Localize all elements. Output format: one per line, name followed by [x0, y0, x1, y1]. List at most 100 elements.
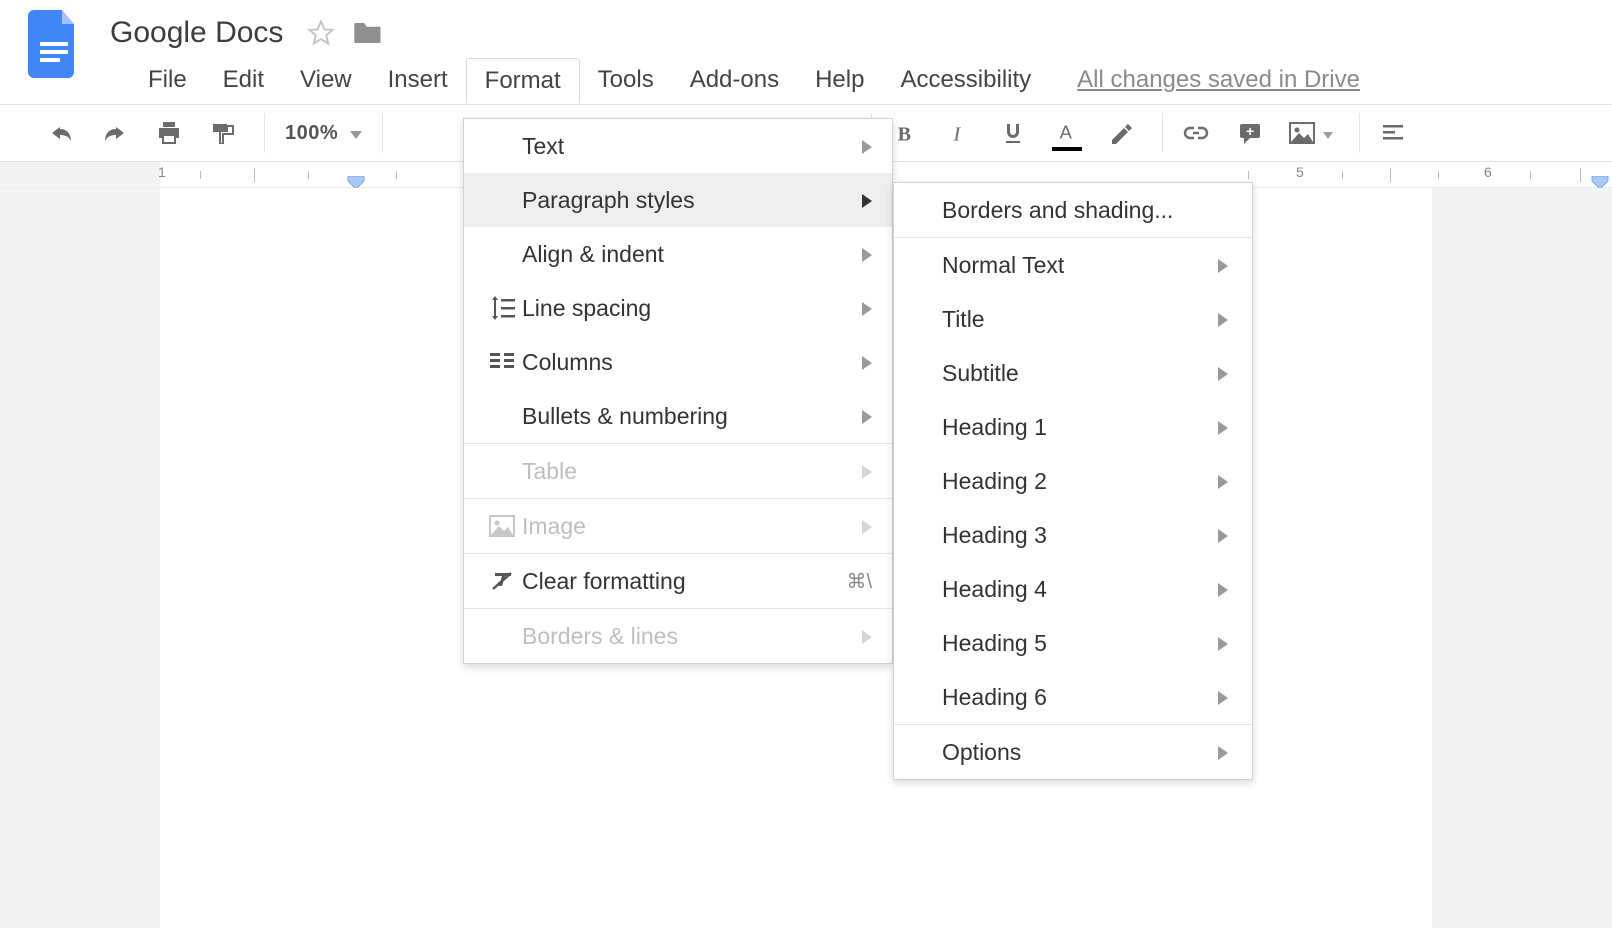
- italic-button[interactable]: I: [936, 113, 982, 153]
- paint-format-button[interactable]: [200, 113, 246, 153]
- submenu-borders-shading[interactable]: Borders and shading...: [894, 183, 1252, 237]
- undo-button[interactable]: [38, 113, 84, 153]
- underline-button[interactable]: [990, 113, 1036, 153]
- menu-item-label: Subtitle: [942, 360, 1206, 387]
- insert-link-button[interactable]: [1173, 113, 1219, 153]
- submenu-heading-1[interactable]: Heading 1: [894, 400, 1252, 454]
- ruler-tick: [1390, 168, 1391, 182]
- clear-formatting-icon: [482, 569, 522, 593]
- menu-insert[interactable]: Insert: [370, 58, 466, 102]
- ruler-tick: [1530, 171, 1531, 179]
- chevron-right-icon: [1218, 306, 1228, 333]
- menu-item-label: Heading 6: [942, 684, 1206, 711]
- menu-item-label: Heading 2: [942, 468, 1206, 495]
- submenu-title[interactable]: Title: [894, 292, 1252, 346]
- submenu-heading-4[interactable]: Heading 4: [894, 562, 1252, 616]
- zoom-value: 100%: [285, 122, 338, 145]
- menu-item-label: Heading 4: [942, 576, 1206, 603]
- menu-addons[interactable]: Add-ons: [672, 58, 797, 102]
- ruler-tick: [1438, 171, 1439, 179]
- format-menu-text[interactable]: Text: [464, 119, 892, 173]
- ruler-number: 5: [1296, 164, 1304, 180]
- menu-item-label: Columns: [522, 349, 850, 376]
- folder-icon[interactable]: [353, 20, 383, 46]
- chevron-right-icon: [862, 133, 872, 160]
- chevron-right-icon: [1218, 576, 1228, 603]
- submenu-options[interactable]: Options: [894, 725, 1252, 779]
- save-status[interactable]: All changes saved in Drive: [1077, 66, 1360, 94]
- text-color-button[interactable]: A: [1044, 113, 1090, 153]
- submenu-heading-6[interactable]: Heading 6: [894, 670, 1252, 724]
- zoom-dropdown[interactable]: 100%: [275, 122, 372, 145]
- menu-item-label: Align & indent: [522, 241, 850, 268]
- menu-item-shortcut: ⌘\: [846, 569, 872, 594]
- submenu-subtitle[interactable]: Subtitle: [894, 346, 1252, 400]
- format-menu-columns[interactable]: Columns: [464, 335, 892, 389]
- format-menu-line-spacing[interactable]: Line spacing: [464, 281, 892, 335]
- chevron-right-icon: [862, 241, 872, 268]
- menu-item-label: Borders & lines: [522, 623, 850, 650]
- print-button[interactable]: [146, 113, 192, 153]
- chevron-right-icon: [862, 295, 872, 322]
- redo-button[interactable]: [92, 113, 138, 153]
- ruler-tick: [1580, 168, 1581, 182]
- submenu-heading-5[interactable]: Heading 5: [894, 616, 1252, 670]
- menu-item-label: Bullets & numbering: [522, 403, 850, 430]
- menu-item-label: Options: [942, 739, 1206, 766]
- menu-edit[interactable]: Edit: [205, 58, 282, 102]
- format-menu-align-indent[interactable]: Align & indent: [464, 227, 892, 281]
- ruler-tick: [200, 171, 201, 179]
- chevron-right-icon: [862, 403, 872, 430]
- menu-item-label: Line spacing: [522, 295, 850, 322]
- submenu-heading-3[interactable]: Heading 3: [894, 508, 1252, 562]
- align-button[interactable]: [1370, 113, 1416, 153]
- menu-item-label: Table: [522, 458, 850, 485]
- chevron-right-icon: [862, 458, 872, 485]
- chevron-right-icon: [862, 349, 872, 376]
- paragraph-styles-submenu: Borders and shading... Normal Text Title…: [893, 182, 1253, 780]
- format-menu-clear-formatting[interactable]: Clear formatting ⌘\: [464, 554, 892, 608]
- menu-item-label: Heading 3: [942, 522, 1206, 549]
- ruler-margin-left: [0, 162, 160, 187]
- star-icon[interactable]: [307, 19, 335, 47]
- menu-view[interactable]: View: [282, 58, 370, 102]
- insert-image-button[interactable]: [1281, 113, 1341, 153]
- menu-item-label: Normal Text: [942, 252, 1206, 279]
- text-color-swatch: [1052, 147, 1082, 151]
- svg-text:I: I: [953, 123, 962, 144]
- submenu-normal-text[interactable]: Normal Text: [894, 238, 1252, 292]
- docs-logo-icon: [28, 10, 80, 78]
- format-menu-image: Image: [464, 499, 892, 553]
- ruler-number: 1: [158, 164, 166, 180]
- add-comment-button[interactable]: +: [1227, 113, 1273, 153]
- submenu-heading-2[interactable]: Heading 2: [894, 454, 1252, 508]
- chevron-right-icon: [1218, 360, 1228, 387]
- chevron-right-icon: [862, 623, 872, 650]
- line-spacing-icon: [482, 296, 522, 320]
- menu-item-label: Borders and shading...: [942, 197, 1228, 224]
- toolbar-separator: [1359, 113, 1360, 153]
- ruler-number: 6: [1484, 164, 1492, 180]
- toolbar-separator: [1162, 113, 1163, 153]
- format-menu-paragraph-styles[interactable]: Paragraph styles: [464, 173, 892, 227]
- menu-help[interactable]: Help: [797, 58, 882, 102]
- document-title[interactable]: Google Docs: [110, 16, 283, 50]
- menu-item-label: Heading 5: [942, 630, 1206, 657]
- menu-item-label: Image: [522, 513, 850, 540]
- format-menu-table: Table: [464, 444, 892, 498]
- menu-tools[interactable]: Tools: [580, 58, 672, 102]
- chevron-right-icon: [1218, 522, 1228, 549]
- menu-item-label: Clear formatting: [522, 568, 834, 595]
- chevron-down-icon: [350, 122, 362, 145]
- format-menu-bullets-numbering[interactable]: Bullets & numbering: [464, 389, 892, 443]
- chevron-right-icon: [1218, 684, 1228, 711]
- menu-file[interactable]: File: [130, 58, 205, 102]
- svg-text:B: B: [898, 123, 911, 144]
- chevron-right-icon: [862, 513, 872, 540]
- chevron-right-icon: [1218, 739, 1228, 766]
- chevron-right-icon: [1218, 630, 1228, 657]
- menu-accessibility[interactable]: Accessibility: [882, 58, 1049, 102]
- highlight-color-button[interactable]: [1098, 113, 1144, 153]
- menu-format[interactable]: Format: [466, 58, 580, 103]
- image-icon: [482, 515, 522, 537]
